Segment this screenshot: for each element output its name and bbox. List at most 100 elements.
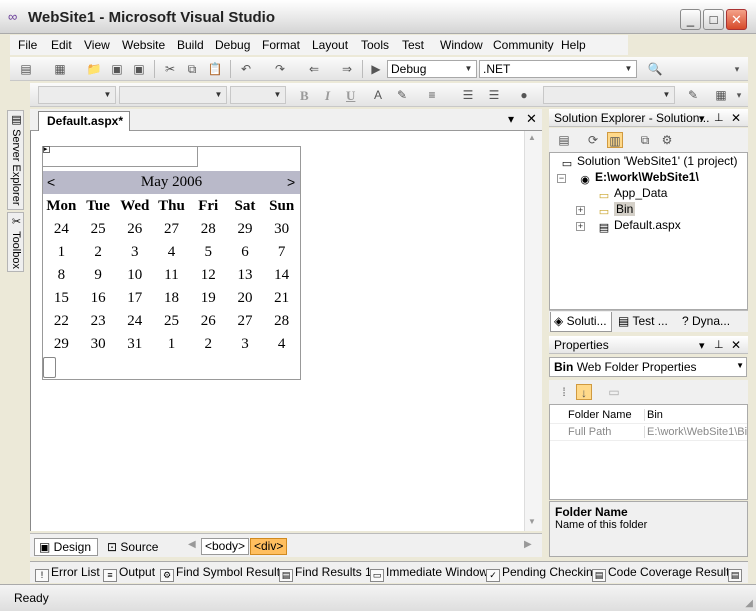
calendar-day[interactable]: 5 [190, 241, 227, 264]
calendar-day[interactable]: 25 [153, 310, 190, 333]
save-icon[interactable]: ▣ [109, 61, 125, 77]
auto-hide-pin-icon[interactable]: ⊥ [714, 338, 724, 351]
calendar-day[interactable]: 3 [227, 333, 264, 356]
menu-build[interactable]: Build [177, 38, 204, 52]
calendar-day[interactable]: 27 [227, 310, 264, 333]
bold-button[interactable]: B [300, 88, 309, 104]
calendar-prev-month-link[interactable]: < [47, 174, 55, 190]
menu-view[interactable]: View [84, 38, 110, 52]
button-control[interactable] [43, 357, 56, 378]
menu-format[interactable]: Format [262, 38, 300, 52]
calendar-day[interactable]: 22 [43, 310, 80, 333]
tree-item-project[interactable]: ◉ E:\work\WebSite1\ [578, 170, 699, 187]
redo-icon[interactable]: ↷ [272, 61, 288, 77]
menu-layout[interactable]: Layout [312, 38, 348, 52]
calendar-day[interactable]: 26 [190, 310, 227, 333]
calendar-day[interactable]: 24 [43, 218, 80, 241]
menu-test[interactable]: Test [402, 38, 424, 52]
calendar-day[interactable]: 30 [80, 333, 117, 356]
close-pane-icon[interactable]: ✕ [731, 111, 741, 125]
auto-hide-pin-icon[interactable]: ⊥ [714, 111, 724, 124]
tab-dynamic-help[interactable]: ? Dyna... [679, 312, 747, 332]
background-color-icon[interactable]: ✎ [394, 87, 410, 103]
server-explorer-tab[interactable]: ▤ Server Explorer [7, 110, 24, 210]
calendar-day[interactable]: 27 [153, 218, 190, 241]
save-all-icon[interactable]: ▣ [131, 61, 147, 77]
tab-test-view[interactable]: ▤ Test ... [615, 312, 677, 332]
copy-website-icon[interactable]: ⚙ [659, 132, 675, 148]
add-item-icon[interactable]: ▦ [52, 61, 68, 77]
tab-default-aspx[interactable]: Default.aspx* [38, 111, 131, 131]
calendar-day[interactable]: 18 [153, 287, 190, 310]
menu-community[interactable]: Community [493, 38, 554, 52]
crumb-scroll-left-icon[interactable]: ◀ [188, 539, 196, 550]
calendar-day[interactable]: 4 [153, 241, 190, 264]
font-size-combo[interactable]: ▼ [230, 86, 286, 104]
open-folder-icon[interactable]: 📁 [86, 61, 102, 77]
calendar-next-month-link[interactable]: > [287, 174, 295, 190]
style-combo[interactable]: ▼ [543, 86, 675, 104]
toolbar-overflow-icon[interactable]: ▾ [732, 61, 742, 77]
calendar-day[interactable]: 3 [116, 241, 153, 264]
calendar-day[interactable]: 20 [227, 287, 264, 310]
block-format-combo[interactable]: ▼ [38, 86, 116, 104]
tab-error-list[interactable]: ! Error List [35, 565, 100, 582]
textbox-control[interactable]: ▸ [42, 146, 198, 167]
tab-find-symbol-results[interactable]: ⚙ Find Symbol Results [160, 565, 286, 582]
expand-icon[interactable]: + [576, 206, 585, 215]
calendar-day[interactable]: 15 [43, 287, 80, 310]
cut-icon[interactable]: ✂ [162, 61, 178, 77]
calendar-day[interactable]: 30 [263, 218, 300, 241]
crumb-scroll-right-icon[interactable]: ▶ [524, 539, 532, 550]
calendar-day[interactable]: 9 [80, 264, 117, 287]
menu-website[interactable]: Website [122, 38, 165, 52]
calendar-day[interactable]: 12 [190, 264, 227, 287]
calendar-day[interactable]: 29 [227, 218, 264, 241]
scroll-down-icon[interactable]: ▼ [528, 517, 536, 526]
tree-item-app-data[interactable]: ▭ App_Data [597, 186, 668, 203]
menu-edit[interactable]: Edit [51, 38, 72, 52]
tag-crumb-div[interactable]: <div> [250, 538, 288, 555]
calendar-day[interactable]: 2 [190, 333, 227, 356]
menu-tools[interactable]: Tools [361, 38, 389, 52]
tree-item-solution[interactable]: ▭ Solution 'WebSite1' (1 project) [560, 154, 738, 171]
close-pane-icon[interactable]: ✕ [731, 338, 741, 352]
tree-item-default-aspx[interactable]: ▤ Default.aspx [597, 218, 681, 235]
navigate-backward-icon[interactable]: ⇐ [306, 61, 322, 77]
active-files-dropdown-icon[interactable]: ▾ [508, 112, 514, 126]
tab-find-results-1[interactable]: ▤ Find Results 1 [279, 565, 372, 582]
undo-icon[interactable]: ↶ [238, 61, 254, 77]
navigate-forward-icon[interactable]: ⇒ [339, 61, 355, 77]
calendar-day[interactable]: 7 [263, 241, 300, 264]
image-icon[interactable]: ▦ [713, 87, 729, 103]
tab-output[interactable]: ≡ Output [103, 565, 155, 582]
nest-related-files-icon[interactable]: ⧉ [637, 132, 653, 148]
scroll-up-icon[interactable]: ▲ [528, 133, 536, 142]
find-in-files-icon[interactable]: 🔍 [647, 61, 663, 77]
tab-code-coverage-results[interactable]: ▤ Code Coverage Results [592, 565, 735, 582]
minimize-button[interactable]: _ [680, 9, 701, 30]
calendar-day[interactable]: 23 [80, 310, 117, 333]
calendar-day[interactable]: 10 [116, 264, 153, 287]
toolbox-tab[interactable]: ✂ Toolbox [7, 212, 24, 272]
calendar-day[interactable]: 4 [263, 333, 300, 356]
calendar-day[interactable]: 19 [190, 287, 227, 310]
menu-file[interactable]: File [18, 38, 37, 52]
property-pages-icon[interactable]: ▭ [606, 384, 622, 400]
object-selector-combo[interactable]: Bin Web Folder Properties ▼ [549, 357, 747, 377]
property-row[interactable]: Full Path E:\work\WebSite1\Bin [550, 424, 747, 441]
expand-icon[interactable]: + [576, 222, 585, 231]
tree-item-bin[interactable]: ▭ Bin [597, 202, 636, 219]
menu-debug[interactable]: Debug [215, 38, 250, 52]
solution-configuration-combo[interactable]: Debug ▼ [387, 60, 477, 78]
properties-icon[interactable]: ▤ [556, 132, 572, 148]
calendar-day[interactable]: 31 [116, 333, 153, 356]
menu-help[interactable]: Help [561, 38, 586, 52]
toolbar-overflow-icon[interactable]: ▾ [734, 87, 744, 103]
bulleted-list-icon[interactable]: ☰ [486, 87, 502, 103]
calendar-day[interactable]: 21 [263, 287, 300, 310]
platform-combo[interactable]: .NET ▼ [479, 60, 637, 78]
alphabetical-sort-icon[interactable]: ↓ [576, 384, 592, 400]
tag-crumb-body[interactable]: <body> [201, 538, 250, 555]
resize-grip-icon[interactable]: ◢ [745, 598, 753, 609]
